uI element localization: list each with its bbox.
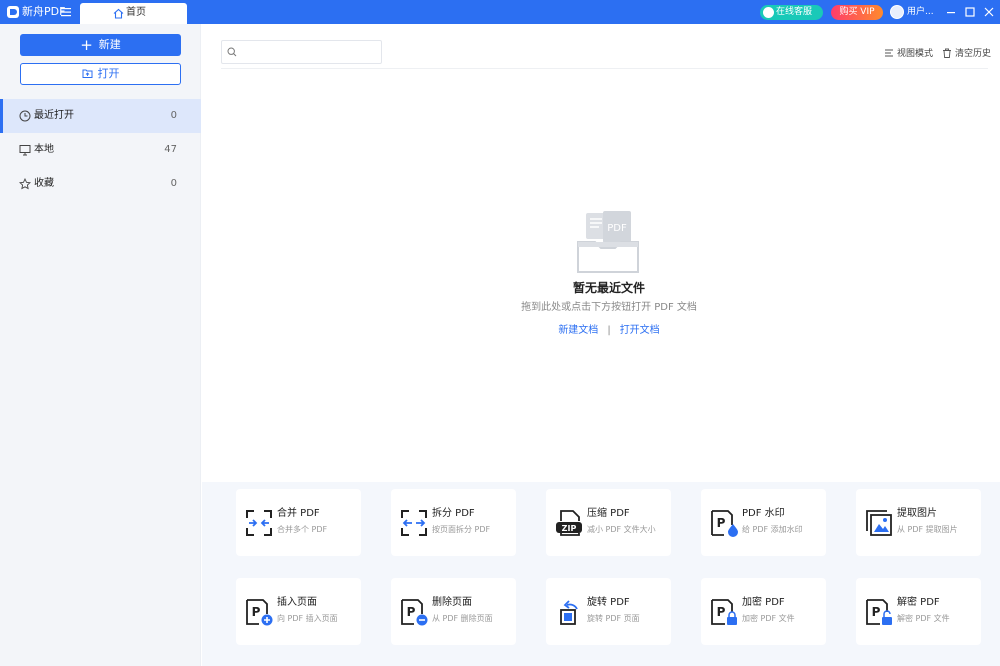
empty-state-links: 新建文档 | 打开文档 — [521, 324, 697, 338]
tool-title: 提取图片 — [897, 508, 937, 519]
view-mode-button[interactable]: 视图模式 — [884, 47, 933, 61]
new-button[interactable]: + 新建 — [20, 34, 181, 56]
tool-title: 旋转 PDF — [587, 597, 630, 608]
tool-title: 合并 PDF — [277, 508, 320, 519]
tool-subtitle: 旋转 PDF 页面 — [587, 614, 640, 623]
sidebar-item-count: 47 — [164, 144, 177, 155]
view-mode-label: 视图模式 — [897, 49, 934, 59]
search-icon — [227, 47, 237, 57]
tool-card-split[interactable]: 拆分 PDF 按页面拆分 PDF — [391, 489, 516, 556]
tool-subtitle: 从 PDF 提取图片 — [897, 525, 958, 534]
avatar[interactable] — [890, 5, 904, 19]
tool-subtitle: 向 PDF 插入页面 — [277, 614, 338, 623]
sidebar-item-count: 0 — [170, 178, 177, 189]
search-box[interactable] — [221, 40, 382, 64]
tool-card-encrypt[interactable]: P 加密 PDF 加密 PDF 文件 — [701, 578, 826, 645]
sidebar-item-count: 0 — [170, 110, 177, 121]
app-logo-icon — [7, 6, 19, 18]
buy-vip-button[interactable]: 购买 VIP — [831, 5, 883, 20]
tool-title: 删除页面 — [432, 597, 472, 608]
rotate-icon — [560, 600, 578, 625]
insert-page-icon: P — [246, 599, 273, 626]
plus-icon: + — [80, 36, 93, 54]
delete-page-icon: P — [401, 599, 428, 626]
star-icon — [19, 178, 31, 190]
tool-card-delete-page[interactable]: P 删除页面 从 PDF 删除页面 — [391, 578, 516, 645]
trash-icon — [943, 48, 951, 58]
list-view-icon — [885, 49, 893, 57]
tool-title: 解密 PDF — [897, 597, 940, 608]
tool-card-merge[interactable]: 合并 PDF 合并多个 PDF — [236, 489, 361, 556]
hamburger-menu-icon[interactable] — [60, 5, 72, 19]
new-button-label: 新建 — [98, 38, 121, 51]
empty-folder-pdf-icon: PDF — [577, 211, 639, 273]
open-document-link[interactable]: 打开文档 — [620, 325, 660, 336]
sidebar-item-favorites[interactable]: 收藏 0 — [0, 167, 201, 201]
sidebar-item-label: 最近打开 — [34, 110, 74, 121]
search-input[interactable] — [240, 44, 378, 60]
new-document-link[interactable]: 新建文档 — [558, 325, 598, 336]
tool-title: 压缩 PDF — [587, 508, 630, 519]
tool-subtitle: 合并多个 PDF — [277, 525, 328, 534]
tool-subtitle: 解密 PDF 文件 — [897, 614, 950, 623]
svg-text:ZIP: ZIP — [562, 524, 577, 533]
unlock-icon: P — [866, 599, 892, 625]
headset-icon — [763, 7, 774, 18]
image-extract-icon — [866, 510, 892, 536]
tool-card-decrypt[interactable]: P 解密 PDF 解密 PDF 文件 — [856, 578, 981, 645]
svg-text:P: P — [872, 605, 881, 619]
online-service-button[interactable]: 在线客服 — [760, 5, 823, 20]
tool-subtitle: 从 PDF 删除页面 — [432, 614, 493, 623]
title-bar: 新舟PDF 首页 在线客服 购买 VIP 用户... — [0, 0, 1000, 24]
tab-home-label: 首页 — [126, 7, 146, 18]
sidebar-item-recent[interactable]: 最近打开 0 — [0, 99, 201, 133]
tool-card-extract-images[interactable]: 提取图片 从 PDF 提取图片 — [856, 489, 981, 556]
clear-history-button[interactable]: 清空历史 — [942, 47, 991, 61]
clock-icon — [19, 110, 31, 122]
watermark-icon: P — [711, 510, 738, 537]
link-separator: | — [607, 325, 611, 336]
svg-text:P: P — [717, 516, 726, 530]
tool-title: 加密 PDF — [742, 597, 785, 608]
tool-card-watermark[interactable]: P PDF 水印 给 PDF 添加水印 — [701, 489, 826, 556]
home-icon — [113, 8, 124, 19]
svg-text:PDF: PDF — [607, 223, 627, 234]
clear-history-label: 清空历史 — [955, 49, 992, 59]
svg-text:P: P — [407, 605, 416, 619]
tool-title: 插入页面 — [277, 597, 317, 608]
open-button-label: 打开 — [97, 67, 120, 80]
sidebar: + 新建 打开 最近打开 0 本地 47 收藏 0 — [0, 24, 201, 666]
minimize-icon[interactable] — [944, 5, 958, 19]
folder-open-icon — [82, 69, 92, 78]
close-icon[interactable] — [982, 5, 996, 19]
online-service-label: 在线客服 — [776, 7, 813, 17]
maximize-icon[interactable] — [963, 5, 977, 19]
tool-subtitle: 给 PDF 添加水印 — [742, 525, 803, 534]
sidebar-item-label: 本地 — [34, 144, 54, 155]
monitor-icon — [19, 145, 31, 156]
tool-subtitle: 加密 PDF 文件 — [742, 614, 795, 623]
split-icon — [401, 510, 427, 536]
app-name: 新舟PDF — [22, 5, 66, 18]
empty-state-description: 拖到此处或点击下方按钮打开 PDF 文档 — [521, 302, 697, 313]
merge-icon — [246, 510, 272, 536]
divider — [221, 68, 988, 69]
tool-card-compress[interactable]: ZIP 压缩 PDF 减小 PDF 文件大小 — [546, 489, 671, 556]
tool-title: PDF 水印 — [742, 508, 785, 519]
empty-state-title: 暂无最近文件 — [572, 281, 645, 295]
tab-home[interactable]: 首页 — [80, 3, 187, 24]
zip-icon: ZIP — [556, 510, 582, 536]
tool-card-rotate[interactable]: 旋转 PDF 旋转 PDF 页面 — [546, 578, 671, 645]
user-name[interactable]: 用户... — [907, 5, 934, 19]
svg-text:P: P — [252, 605, 261, 619]
tool-card-insert-page[interactable]: P 插入页面 向 PDF 插入页面 — [236, 578, 361, 645]
sidebar-item-label: 收藏 — [34, 178, 54, 189]
svg-text:P: P — [717, 605, 726, 619]
tool-subtitle: 按页面拆分 PDF — [432, 525, 491, 534]
open-button[interactable]: 打开 — [20, 63, 181, 85]
lock-icon: P — [711, 599, 737, 625]
sidebar-item-local[interactable]: 本地 47 — [0, 133, 201, 167]
tool-title: 拆分 PDF — [432, 508, 475, 519]
tool-subtitle: 减小 PDF 文件大小 — [587, 525, 656, 534]
